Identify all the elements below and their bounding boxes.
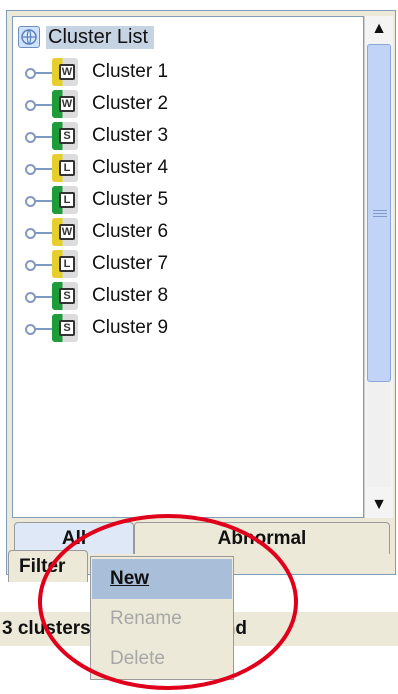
tree-connector-icon (22, 162, 52, 175)
tree-node-cluster[interactable]: S Cluster 9 (22, 314, 168, 342)
tree-node-cluster[interactable]: S Cluster 3 (22, 122, 168, 150)
tree-connector-icon (22, 98, 52, 111)
tree-node-cluster[interactable]: L Cluster 7 (22, 250, 168, 278)
cluster-type-icon: W (52, 218, 78, 246)
cluster-type-icon: S (52, 314, 78, 342)
tree-node-label[interactable]: Cluster 4 (92, 157, 168, 179)
scroll-thumb[interactable] (367, 44, 391, 382)
cluster-type-letter: S (59, 320, 75, 336)
tree-connector-icon (22, 66, 52, 79)
tab-abnormal[interactable]: Abnormal (134, 522, 390, 554)
tree-connector-icon (22, 130, 52, 143)
cluster-type-letter: L (59, 160, 75, 176)
tree-connector-icon (22, 194, 52, 207)
menu-item-rename[interactable]: Rename (92, 599, 232, 639)
cluster-type-letter: S (59, 288, 75, 304)
tree-node-cluster[interactable]: L Cluster 5 (22, 186, 168, 214)
menu-item-new-label: New (110, 568, 150, 589)
tree-connector-icon (22, 290, 52, 303)
tree-node-label[interactable]: Cluster 7 (92, 253, 168, 275)
tree-node-label[interactable]: Cluster 1 (92, 61, 168, 83)
scroll-thumb-grip (373, 210, 387, 218)
tree-node-label[interactable]: Cluster 3 (92, 125, 168, 147)
menu-item-delete[interactable]: Delete (92, 639, 232, 679)
cluster-type-icon: S (52, 122, 78, 150)
tab-abnormal-label: Abnormal (217, 527, 307, 549)
cluster-type-letter: W (59, 64, 75, 80)
cluster-type-icon: S (52, 282, 78, 310)
tree-root[interactable]: Cluster List (18, 24, 155, 50)
tab-all-label: All (61, 527, 87, 549)
menu-item-new[interactable]: New (92, 559, 232, 599)
cluster-type-letter: W (59, 224, 75, 240)
tree-node-cluster[interactable]: W Cluster 2 (22, 90, 168, 118)
cluster-type-letter: L (59, 256, 75, 272)
menu-item-delete-label: Delete (110, 648, 165, 669)
tree-node-cluster[interactable]: W Cluster 6 (22, 218, 168, 246)
context-menu: New Rename Delete (90, 556, 234, 680)
scroll-up-arrow-icon[interactable]: ▲ (365, 16, 393, 42)
tree-node-label[interactable]: Cluster 2 (92, 93, 168, 115)
tree-node-cluster[interactable]: L Cluster 4 (22, 154, 168, 182)
tree-node-cluster[interactable]: W Cluster 1 (22, 58, 168, 86)
tree-node-label[interactable]: Cluster 9 (92, 317, 168, 339)
cluster-type-letter: L (59, 192, 75, 208)
tree-node-label[interactable]: Cluster 6 (92, 221, 168, 243)
cluster-type-icon: W (52, 90, 78, 118)
vertical-scrollbar[interactable]: ▲ ▼ (364, 16, 393, 518)
tab-filter[interactable]: Filter (8, 550, 88, 582)
scroll-down-arrow-icon[interactable]: ▼ (365, 492, 393, 518)
cluster-type-letter: S (59, 128, 75, 144)
tree-connector-icon (22, 322, 52, 335)
tree-connector-icon (22, 258, 52, 271)
tree-root-label[interactable]: Cluster List (46, 25, 155, 49)
tree-node-cluster[interactable]: S Cluster 8 (22, 282, 168, 310)
cluster-type-icon: L (52, 154, 78, 182)
tab-filter-label: Filter (19, 555, 66, 577)
cluster-type-icon: L (52, 250, 78, 278)
menu-item-rename-label: Rename (110, 608, 182, 629)
cluster-type-icon: W (52, 58, 78, 86)
cluster-type-letter: W (59, 96, 75, 112)
globe-icon (18, 26, 40, 48)
tree-connector-icon (22, 226, 52, 239)
globe-icon-svg (21, 29, 37, 45)
tree-node-label[interactable]: Cluster 5 (92, 189, 168, 211)
cluster-type-icon: L (52, 186, 78, 214)
tree-node-label[interactable]: Cluster 8 (92, 285, 168, 307)
